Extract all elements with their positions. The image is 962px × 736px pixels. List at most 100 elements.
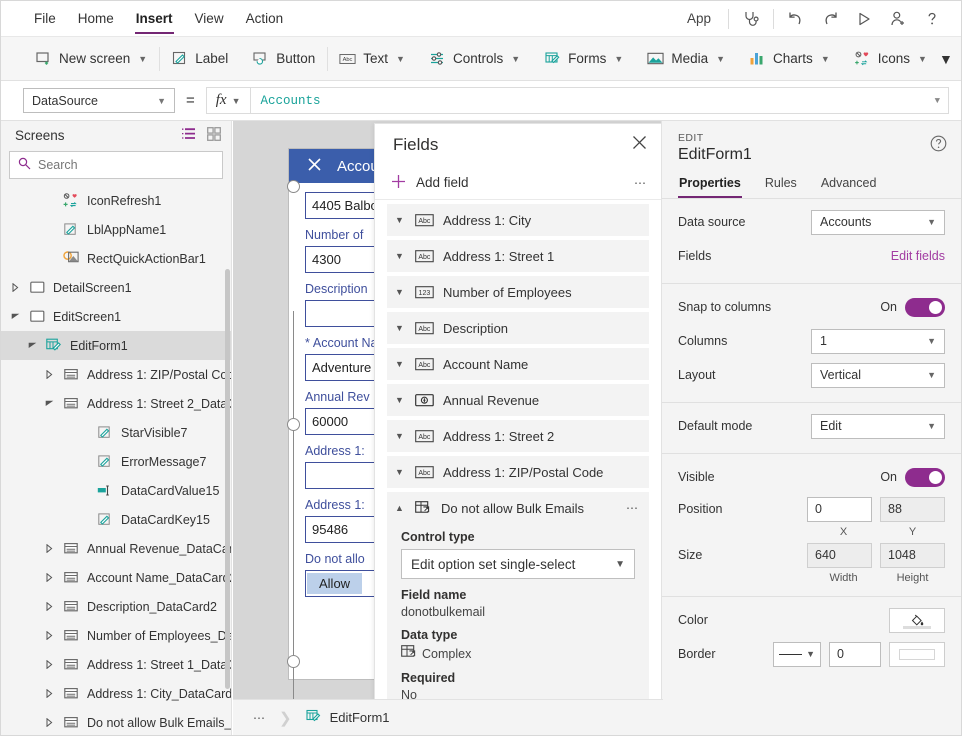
undo-icon[interactable]: [779, 5, 813, 33]
tab-advanced[interactable]: Advanced: [820, 172, 878, 198]
twisty-icon[interactable]: [43, 602, 56, 611]
stethoscope-icon[interactable]: [734, 5, 768, 33]
help-icon[interactable]: [915, 5, 949, 33]
tree-item-annual-revenue-datacard2[interactable]: Annual Revenue_DataCard2: [1, 534, 231, 563]
menu-item-home[interactable]: Home: [67, 3, 125, 34]
ribbon-button-control[interactable]: Button: [240, 44, 327, 74]
close-icon[interactable]: [632, 135, 647, 155]
selection-handle-top[interactable]: [287, 180, 300, 193]
ribbon-icons[interactable]: Icons ▼: [842, 44, 939, 74]
fx-button[interactable]: fx ▼: [205, 87, 250, 114]
tree-view-icon[interactable]: [181, 127, 196, 144]
tree-item-iconrefresh1[interactable]: IconRefresh1: [1, 186, 231, 215]
control-type-select[interactable]: Edit option set single-select ▼: [401, 549, 635, 579]
twisty-icon[interactable]: [26, 342, 39, 349]
border-width-input[interactable]: 0: [829, 641, 881, 667]
more-icon[interactable]: ⋯: [241, 711, 279, 725]
chevron-down-icon[interactable]: ▼: [395, 359, 406, 369]
selection-handle-bottom[interactable]: [287, 655, 300, 668]
tab-rules[interactable]: Rules: [764, 172, 798, 198]
search-input[interactable]: Search: [9, 151, 223, 179]
ribbon-controls[interactable]: Controls ▼: [417, 44, 532, 74]
more-icon[interactable]: ⋯: [626, 501, 639, 515]
twisty-icon[interactable]: [43, 718, 56, 727]
chevron-down-icon[interactable]: ▼: [395, 395, 406, 405]
size-height-input[interactable]: 1048: [880, 542, 945, 568]
tree-item-errormessage7[interactable]: ErrorMessage7: [1, 447, 231, 476]
tree-item-do-not-allow-bulk-emails-da[interactable]: Do not allow Bulk Emails_Da: [1, 708, 231, 735]
data-source-select[interactable]: Accounts ▼: [811, 209, 945, 235]
field-row-account-name[interactable]: ▼ Abc Account Name: [387, 348, 649, 380]
menu-item-insert[interactable]: Insert: [125, 3, 184, 34]
tree-item-lblappname1[interactable]: LblAppName1: [1, 215, 231, 244]
thumbnail-view-icon[interactable]: [207, 126, 221, 144]
border-color-button[interactable]: [889, 641, 945, 667]
field-row-number-of-employees[interactable]: ▼ 123 Number of Employees: [387, 276, 649, 308]
add-field-button[interactable]: Add field ⋯: [375, 166, 661, 200]
menu-item-action[interactable]: Action: [235, 3, 295, 34]
ribbon-overflow-chevron-down-icon[interactable]: ▼: [939, 51, 961, 67]
menu-item-file[interactable]: File: [23, 3, 67, 34]
ribbon-text[interactable]: Abc Text ▼: [327, 44, 417, 74]
chevron-down-icon[interactable]: ▼: [395, 323, 406, 333]
fill-color-button[interactable]: [889, 607, 945, 633]
tree-item-address-1-zip-postal-code[interactable]: Address 1: ZIP/Postal Code_: [1, 360, 231, 389]
tree-item-rectquickactionbar1[interactable]: RectQuickActionBar1: [1, 244, 231, 273]
snap-to-columns-toggle[interactable]: [905, 297, 945, 317]
position-y-input[interactable]: 88: [880, 496, 945, 522]
ribbon-media[interactable]: Media ▼: [635, 44, 737, 74]
twisty-icon[interactable]: [9, 283, 22, 292]
selection-handle-middle[interactable]: [287, 418, 300, 431]
field-row-address-1-city[interactable]: ▼ Abc Address 1: City: [387, 204, 649, 236]
field-row-description[interactable]: ▼ Abc Description: [387, 312, 649, 344]
app-label[interactable]: App: [675, 11, 723, 26]
play-icon[interactable]: [847, 5, 881, 33]
chevron-up-icon[interactable]: ▲: [395, 503, 406, 513]
tree-item-description-datacard2[interactable]: Description_DataCard2: [1, 592, 231, 621]
field-row-address-1-street-1[interactable]: ▼ Abc Address 1: Street 1: [387, 240, 649, 272]
twisty-icon[interactable]: [9, 313, 22, 320]
more-icon[interactable]: ⋯: [634, 176, 647, 190]
twisty-icon[interactable]: [43, 631, 56, 640]
tree-item-account-name-datacard2[interactable]: Account Name_DataCard2: [1, 563, 231, 592]
field-row-address-1-street-2[interactable]: ▼ Abc Address 1: Street 2: [387, 420, 649, 452]
twisty-icon[interactable]: [43, 660, 56, 669]
ribbon-charts[interactable]: Charts ▼: [737, 44, 842, 74]
tree-scrollbar[interactable]: [225, 269, 230, 689]
help-icon[interactable]: [930, 135, 947, 155]
visible-toggle[interactable]: [905, 467, 945, 487]
redo-icon[interactable]: [813, 5, 847, 33]
tree-item-number-of-employees-data[interactable]: Number of Employees_Data: [1, 621, 231, 650]
tree-item-address-1-city-datacard2[interactable]: Address 1: City_DataCard2: [1, 679, 231, 708]
close-icon[interactable]: [306, 156, 323, 177]
add-user-icon[interactable]: [881, 5, 915, 33]
tree-item-datacardkey15[interactable]: DataCardKey15: [1, 505, 231, 534]
twisty-icon[interactable]: [43, 573, 56, 582]
tree-item-address-1-street-2-datacar[interactable]: Address 1: Street 2_DataCar: [1, 389, 231, 418]
twisty-icon[interactable]: [43, 370, 56, 379]
chevron-down-icon[interactable]: ▼: [395, 215, 406, 225]
chevron-down-icon[interactable]: ▼: [395, 467, 406, 477]
tree-item-detailscreen1[interactable]: DetailScreen1: [1, 273, 231, 302]
edit-fields-link[interactable]: Edit fields: [891, 249, 945, 263]
tree-item-editscreen1[interactable]: EditScreen1: [1, 302, 231, 331]
tree-item-datacardvalue15[interactable]: DataCardValue15: [1, 476, 231, 505]
field-row-do-not-allow-bulk-emails[interactable]: ▲ Do not allow Bulk Emails ⋯: [387, 492, 649, 524]
breadcrumb[interactable]: EditForm1: [292, 709, 404, 727]
border-style-select[interactable]: ▼: [773, 641, 821, 667]
default-mode-select[interactable]: Edit ▼: [811, 413, 945, 439]
menu-item-view[interactable]: View: [184, 3, 235, 34]
ribbon-new-screen[interactable]: New screen ▼: [23, 44, 159, 74]
formula-input[interactable]: Accounts ▼: [249, 87, 949, 114]
twisty-icon[interactable]: [43, 544, 56, 553]
ribbon-forms[interactable]: Forms ▼: [532, 44, 635, 74]
chevron-down-icon[interactable]: ▼: [395, 251, 406, 261]
tree-item-editform1[interactable]: EditForm1: [1, 331, 231, 360]
position-x-input[interactable]: 0: [807, 496, 872, 522]
size-width-input[interactable]: 640: [807, 542, 872, 568]
twisty-icon[interactable]: [43, 689, 56, 698]
tree-item-address-1-street-1-datacar[interactable]: Address 1: Street 1_DataCar: [1, 650, 231, 679]
chevron-down-icon[interactable]: ▼: [395, 287, 406, 297]
columns-select[interactable]: 1 ▼: [811, 328, 945, 354]
field-row-address-1-zip-postal-code[interactable]: ▼ Abc Address 1: ZIP/Postal Code: [387, 456, 649, 488]
